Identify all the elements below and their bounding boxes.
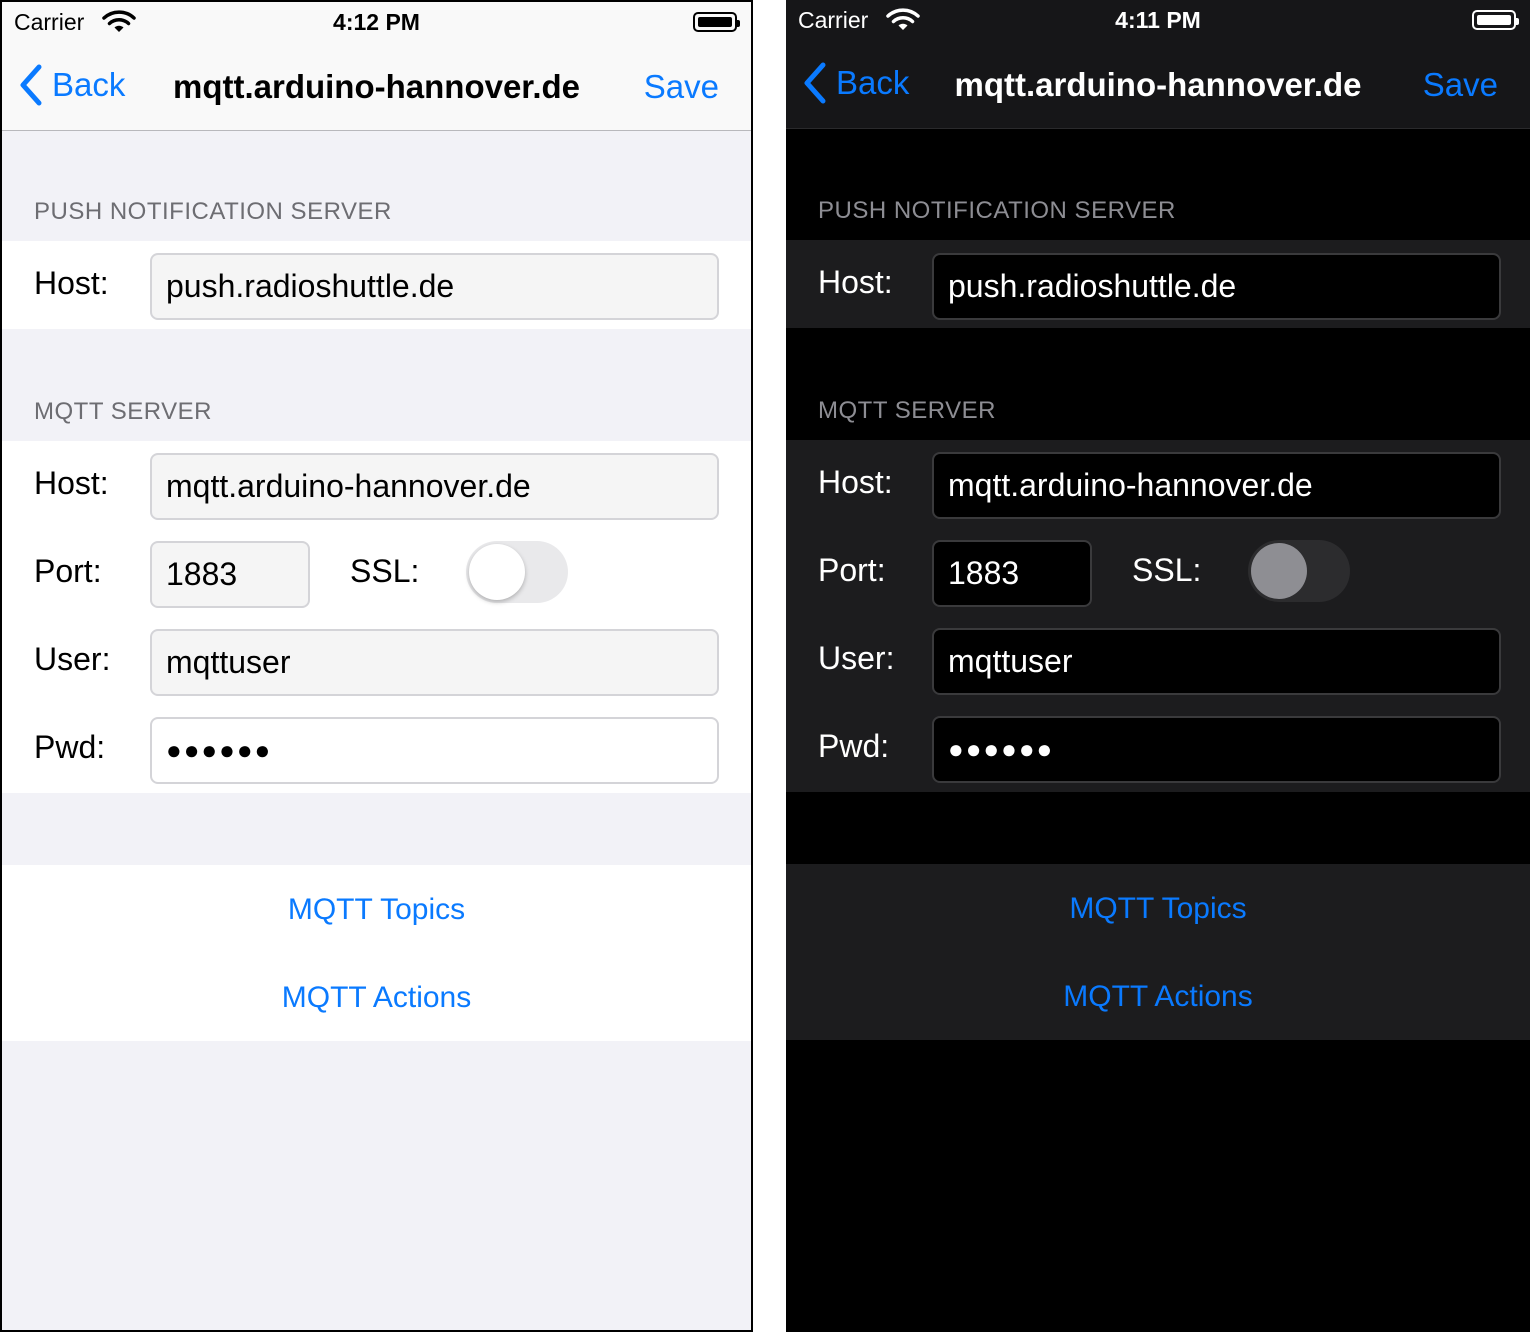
ssl-toggle-knob — [469, 544, 525, 600]
mqtt-actions-button[interactable]: MQTT Actions — [786, 980, 1530, 1014]
push-group: Host: push.radioshuttle.de — [2, 241, 751, 329]
password-field[interactable]: ●●●●●● — [932, 716, 1501, 783]
mqtt-topics-button[interactable]: MQTT Topics — [2, 893, 751, 927]
mqtt-section-header: MQTT SERVER — [34, 398, 212, 425]
mqtt-host-field[interactable]: mqtt.arduino-hannover.de — [150, 453, 719, 520]
battery-icon — [1472, 10, 1519, 30]
ssl-toggle[interactable] — [466, 541, 568, 603]
pwd-label: Pwd: — [34, 729, 106, 765]
port-label: Port: — [34, 553, 102, 589]
push-host-field[interactable]: push.radioshuttle.de — [932, 253, 1501, 320]
user-label: User: — [818, 640, 895, 676]
navigation-bar: Back mqtt.arduino-hannover.de Save — [2, 42, 751, 131]
push-host-label: Host: — [818, 264, 893, 300]
push-group: Host: push.radioshuttle.de — [786, 240, 1530, 328]
save-button[interactable]: Save — [644, 68, 719, 106]
links-group: MQTT Topics MQTT Actions — [786, 864, 1530, 1040]
status-time: 4:11 PM — [1115, 7, 1201, 33]
port-field[interactable]: 1883 — [932, 540, 1092, 607]
mqtt-section-header: MQTT SERVER — [818, 397, 996, 424]
user-label: User: — [34, 641, 111, 677]
status-bar: Carrier 4:12 PM — [2, 2, 751, 42]
light-screen: Carrier 4:12 PM Back mqtt.arduino-hannov… — [0, 0, 753, 1332]
mqtt-group: Host: mqtt.arduino-hannover.de Port: 188… — [2, 441, 751, 793]
nav-title: mqtt.arduino-hannover.de — [954, 66, 1362, 103]
battery-icon — [693, 12, 740, 32]
mqtt-host-label: Host: — [34, 465, 109, 501]
push-section-header: PUSH NOTIFICATION SERVER — [818, 197, 1176, 224]
mqtt-host-label: Host: — [818, 464, 893, 500]
port-label: Port: — [818, 552, 886, 588]
mqtt-group: Host: mqtt.arduino-hannover.de Port: 188… — [786, 440, 1530, 792]
links-group: MQTT Topics MQTT Actions — [2, 865, 751, 1041]
save-button[interactable]: Save — [1423, 66, 1498, 104]
mqtt-actions-button[interactable]: MQTT Actions — [2, 981, 751, 1015]
push-section-header: PUSH NOTIFICATION SERVER — [34, 198, 392, 225]
port-field[interactable]: 1883 — [150, 541, 310, 608]
user-field[interactable]: mqttuser — [932, 628, 1501, 695]
push-host-label: Host: — [34, 265, 109, 301]
navigation-bar: Back mqtt.arduino-hannover.de Save — [786, 40, 1530, 129]
dark-screen: Carrier 4:11 PM Back mqtt.arduino-hannov… — [786, 0, 1530, 1332]
status-time: 4:12 PM — [333, 9, 420, 35]
mqtt-host-field[interactable]: mqtt.arduino-hannover.de — [932, 452, 1501, 519]
mqtt-topics-button[interactable]: MQTT Topics — [786, 892, 1530, 926]
pwd-label: Pwd: — [818, 728, 890, 764]
push-host-field[interactable]: push.radioshuttle.de — [150, 253, 719, 320]
ssl-toggle-knob — [1251, 543, 1307, 599]
user-field[interactable]: mqttuser — [150, 629, 719, 696]
status-bar: Carrier 4:11 PM — [786, 0, 1530, 40]
ssl-label: SSL: — [350, 553, 420, 589]
ssl-label: SSL: — [1132, 552, 1202, 588]
nav-title: mqtt.arduino-hannover.de — [172, 68, 581, 105]
ssl-toggle[interactable] — [1248, 540, 1350, 602]
password-field[interactable]: ●●●●●● — [150, 717, 719, 784]
